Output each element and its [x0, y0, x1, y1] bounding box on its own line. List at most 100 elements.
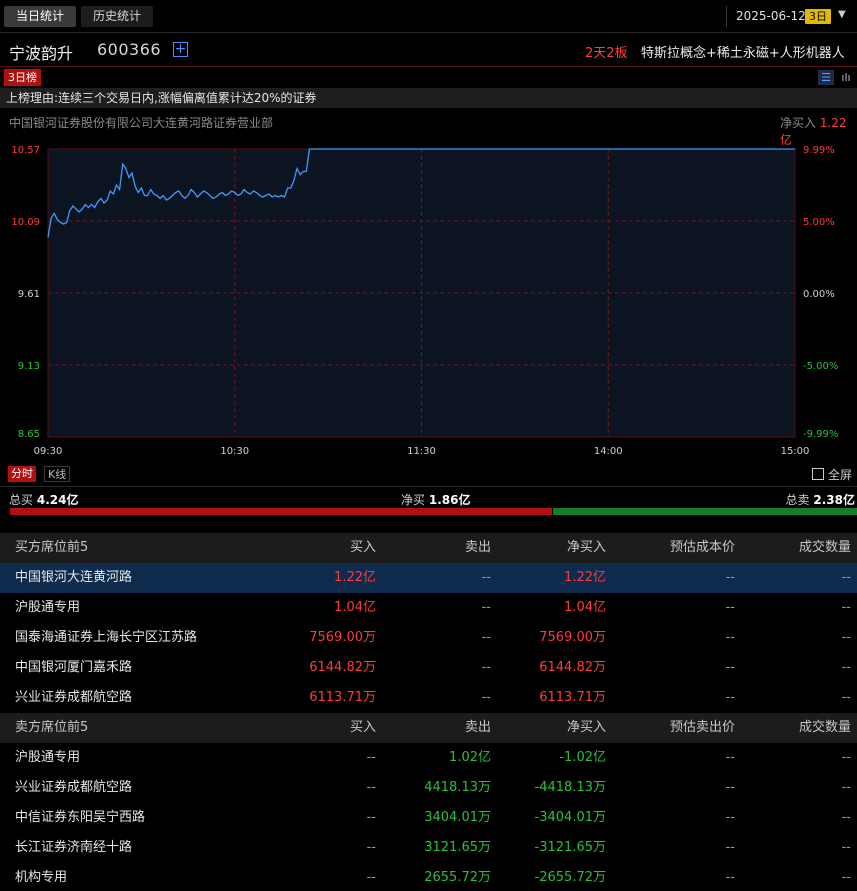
table-cell: 3121.65万 [424, 840, 491, 855]
total-net-value: 1.86亿 [428, 493, 471, 507]
bar-view-icon[interactable]: ılı [838, 70, 854, 85]
seat-name: 机构专用 [15, 870, 68, 885]
y-tick-label: 10.09 [11, 217, 40, 228]
y-tick-label: 10.57 [11, 145, 40, 156]
column-header[interactable]: 净买入 [567, 533, 606, 563]
table-cell: -1.02亿 [559, 750, 606, 765]
pct-tick-label: 0.00% [803, 289, 835, 300]
table-row[interactable]: 国泰海通证券上海长宁区江苏路 7569.00万 -- 7569.00万 -- -- [0, 623, 857, 653]
seat-name: 中信证券东阳吴宁西路 [15, 810, 146, 825]
seat-name: 长江证券济南经十路 [15, 840, 133, 855]
x-tick-label: 10:30 [220, 446, 249, 457]
tab-intraday[interactable]: 分时 [8, 466, 36, 482]
seat-name: 国泰海通证券上海长宁区江苏路 [15, 630, 198, 645]
buy-ratio-bar [10, 508, 552, 515]
table-cell: -- [725, 690, 735, 705]
pct-tick-label: 9.99% [803, 145, 835, 156]
list-tag[interactable]: 3日榜 [4, 69, 41, 86]
table-cell: -3121.65万 [534, 840, 606, 855]
table-row[interactable]: 沪股通专用 1.04亿 -- 1.04亿 -- -- [0, 593, 857, 623]
total-buy-value: 4.24亿 [36, 493, 79, 507]
y-tick-label: 9.13 [18, 361, 40, 372]
table-cell: -- [481, 570, 491, 585]
column-header[interactable]: 卖出 [465, 533, 491, 563]
pct-tick-label: 5.00% [803, 217, 835, 228]
total-sell-value: 2.38亿 [813, 493, 855, 507]
add-watchlist-icon[interactable]: + [173, 42, 188, 57]
tab-kline[interactable]: K线 [44, 466, 71, 482]
chevron-down-icon[interactable]: ▼ [838, 9, 846, 20]
table-row[interactable]: 兴业证券成都航空路 -- 4418.13万 -4418.13万 -- -- [0, 773, 857, 803]
table-cell: -- [841, 690, 851, 705]
table-cell: 6144.82万 [309, 660, 376, 675]
table-cell: -- [725, 780, 735, 795]
table-cell: -- [725, 630, 735, 645]
column-header[interactable]: 成交数量 [799, 533, 851, 563]
table-cell: -- [725, 600, 735, 615]
table-cell: 1.22亿 [334, 570, 376, 585]
x-tick-label: 11:30 [407, 446, 436, 457]
seat-name: 中国银河厦门嘉禾路 [15, 660, 133, 675]
column-header[interactable]: 买入 [350, 713, 376, 743]
table-cell: -- [725, 840, 735, 855]
column-header[interactable]: 净买入 [567, 713, 606, 743]
table-cell: -- [841, 630, 851, 645]
y-tick-label: 9.61 [18, 289, 40, 300]
table-row[interactable]: 沪股通专用 -- 1.02亿 -1.02亿 -- -- [0, 743, 857, 773]
day-range-badge[interactable]: 3日 [805, 9, 831, 24]
total-buy: 总买 4.24亿 [9, 491, 78, 508]
table-row[interactable]: 中国银河厦门嘉禾路 6144.82万 -- 6144.82万 -- -- [0, 653, 857, 683]
list-view-icon[interactable]: ☰ [818, 70, 834, 85]
table-cell: -2655.72万 [534, 870, 606, 885]
date-selector[interactable]: 2025-06-12 [726, 6, 806, 27]
net-buy-label: 净买入 [780, 116, 817, 130]
column-header[interactable]: 买方席位前5 [15, 533, 88, 563]
table-cell: -- [481, 660, 491, 675]
table-cell: -- [841, 840, 851, 855]
list-tag-row: 3日榜 ☰ ılı [0, 67, 857, 88]
pct-axis-labels: 9.99% 5.00% 0.00% -5.00% -9.99% [803, 145, 838, 440]
table-row[interactable]: 中国银河大连黄河路 1.22亿 -- 1.22亿 -- -- [0, 563, 857, 593]
seat-name: 沪股通专用 [15, 750, 81, 765]
table-row[interactable]: 机构专用 -- 2655.72万 -2655.72万 -- -- [0, 863, 857, 891]
table-cell: -- [366, 870, 376, 885]
table-cell: 6144.82万 [539, 660, 606, 675]
table-cell: -- [841, 810, 851, 825]
column-header[interactable]: 成交数量 [799, 713, 851, 743]
table-cell: 3404.01万 [424, 810, 491, 825]
totals-row: 总买 4.24亿 净买 1.86亿 总卖 2.38亿 [0, 486, 857, 508]
table-cell: -- [725, 660, 735, 675]
table-row[interactable]: 兴业证券成都航空路 6113.71万 -- 6113.71万 -- -- [0, 683, 857, 713]
fullscreen-button[interactable]: 全屏 [812, 466, 852, 483]
table-header: 买方席位前5 买入 卖出 净买入 预估成本价 成交数量 [0, 533, 857, 563]
stock-header: 宁波韵升 600366 + 2天2板 特斯拉概念+稀土永磁+人形机器人 [0, 33, 857, 67]
sell-ratio-bar [553, 508, 857, 515]
table-cell: -- [841, 750, 851, 765]
x-tick-label: 15:00 [781, 446, 810, 457]
total-sell: 总卖 2.38亿 [786, 491, 855, 508]
x-tick-label: 14:00 [594, 446, 623, 457]
column-header[interactable]: 预估成本价 [670, 533, 735, 563]
column-header[interactable]: 买入 [350, 533, 376, 563]
total-net-label: 净买 [401, 493, 426, 507]
tab-today-stats[interactable]: 当日统计 [4, 6, 76, 27]
column-header[interactable]: 预估卖出价 [670, 713, 735, 743]
column-header[interactable]: 卖方席位前5 [15, 713, 88, 743]
column-header[interactable]: 卖出 [465, 713, 491, 743]
table-row[interactable]: 长江证券济南经十路 -- 3121.65万 -3121.65万 -- -- [0, 833, 857, 863]
intraday-chart[interactable]: 10.57 10.09 9.61 9.13 8.65 9.99% 5.00% 0.00% -5… [0, 136, 857, 462]
table-cell: -- [841, 870, 851, 885]
tab-history-stats[interactable]: 历史统计 [81, 6, 153, 27]
stock-name[interactable]: 宁波韵升 [9, 40, 73, 64]
table-row[interactable]: 中信证券东阳吴宁西路 -- 3404.01万 -3404.01万 -- -- [0, 803, 857, 833]
stock-code: 600366 [97, 40, 162, 59]
table-cell: 7569.00万 [309, 630, 376, 645]
x-tick-label: 09:30 [34, 446, 63, 457]
broker-name: 中国银河证券股份有限公司大连黄河路证券营业部 [9, 116, 274, 130]
table-cell: -- [725, 570, 735, 585]
chart-tabs: 分时 K线 全屏 [0, 464, 857, 484]
table-cell: -- [366, 810, 376, 825]
table-cell: 1.22亿 [564, 570, 606, 585]
fullscreen-label: 全屏 [828, 468, 853, 482]
table-cell: -- [841, 660, 851, 675]
